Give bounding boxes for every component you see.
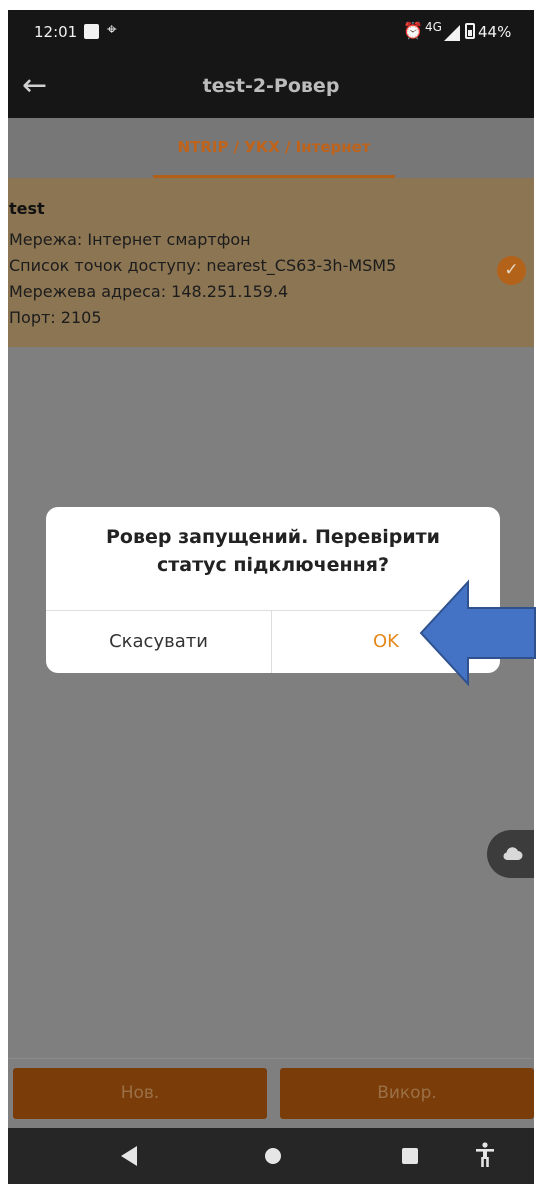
battery-icon: [465, 23, 475, 39]
nav-recents-icon[interactable]: [402, 1148, 418, 1164]
alarm-icon: ⏰: [403, 21, 423, 40]
new-button[interactable]: Нов.: [13, 1068, 267, 1119]
cloud-button[interactable]: [487, 830, 534, 878]
dialog-message-line2: статус підключення?: [156, 554, 390, 576]
accessibility-icon[interactable]: [475, 1142, 495, 1168]
cloud-icon: [503, 847, 523, 860]
config-name: test: [9, 199, 45, 218]
left-arrow-pointer-icon: [419, 579, 536, 687]
nav-back-icon[interactable]: [121, 1146, 137, 1166]
tab-ntrip[interactable]: NTRIP / УКХ / Інтернет: [153, 118, 395, 176]
gps-icon: ⌖: [107, 20, 117, 40]
check-circle-icon: ✓: [497, 256, 526, 285]
config-port: Порт: 2105: [9, 308, 102, 327]
config-network: Мережа: Інтернет смартфон: [9, 230, 251, 249]
config-access-points: Список точок доступу: nearest_CS63-3h-MS…: [9, 256, 397, 275]
system-nav-bar: [8, 1128, 534, 1184]
network-type: 4G: [425, 20, 442, 34]
tab-bar: NTRIP / УКХ / Інтернет: [8, 118, 534, 178]
dialog-message: Ровер запущений. Перевірити статус підкл…: [46, 523, 500, 579]
use-button[interactable]: Викор.: [280, 1068, 534, 1119]
app-bar: ← test-2-Ровер: [8, 56, 534, 118]
signal-icon: [444, 25, 460, 41]
status-time: 12:01: [34, 23, 78, 41]
bottom-action-bar: Нов. Викор.: [8, 1058, 534, 1129]
config-address: Мережева адреса: 148.251.159.4: [9, 282, 289, 301]
connection-config-item[interactable]: test Мережа: Інтернет смартфон Список то…: [8, 178, 534, 347]
status-bar: 12:01 ⌖ ⏰ 4G 44%: [8, 10, 534, 56]
page-title: test-2-Ровер: [202, 75, 340, 97]
battery-percent: 44%: [478, 23, 512, 41]
nav-home-icon[interactable]: [265, 1148, 281, 1164]
dialog-message-line1: Ровер запущений. Перевірити: [105, 526, 440, 548]
notification-square-icon: [84, 24, 99, 39]
cancel-button[interactable]: Скасувати: [46, 611, 271, 673]
